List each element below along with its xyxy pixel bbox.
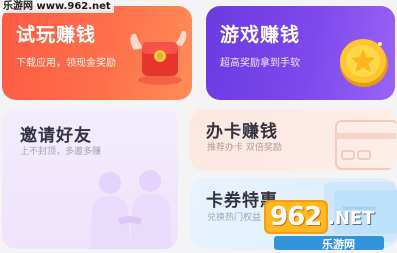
bank-card-earn-title: 办卡赚钱: [206, 122, 278, 142]
red-envelope-icon: [130, 30, 187, 85]
two-people-handshake-icon: [90, 170, 172, 249]
game-earn-title: 游戏赚钱: [220, 24, 301, 46]
bank-card-earn-card[interactable]: 办卡赚钱 推荐办卡 双倍奖励: [190, 109, 397, 171]
invite-friends-subtitle: 上不封顶，多邀多赚: [20, 147, 102, 157]
invite-friends-title: 邀请好友: [20, 126, 92, 146]
bank-card-earn-subtitle: 推荐办卡 双倍奖励: [207, 143, 282, 153]
bank-card-icon: [335, 120, 396, 170]
watermark-logo-suffix: .NET: [328, 208, 375, 229]
watermark-logo-cn: 乐游网: [322, 238, 355, 251]
game-earn-card[interactable]: 游戏赚钱 超高奖励拿到手软: [206, 6, 395, 100]
watermark-site-url: 乐游网 www.962.net: [0, 0, 114, 13]
game-earn-subtitle: 超高奖励拿到手软: [220, 58, 300, 69]
watermark-logo-number: 962: [270, 202, 322, 232]
trial-earn-title: 试玩赚钱: [16, 24, 97, 46]
coupon-deals-subtitle: 兑换热门权益: [207, 213, 262, 223]
invite-friends-card[interactable]: 邀请好友 上不封顶，多邀多赚: [2, 109, 178, 249]
trial-earn-subtitle: 下载应用，领现金奖励: [16, 58, 116, 69]
watermark-logo: 962 .NET 乐游网: [262, 196, 395, 252]
gold-star-coin-icon: [340, 39, 388, 87]
trial-earn-card[interactable]: 试玩赚钱 下载应用，领现金奖励: [2, 6, 192, 100]
